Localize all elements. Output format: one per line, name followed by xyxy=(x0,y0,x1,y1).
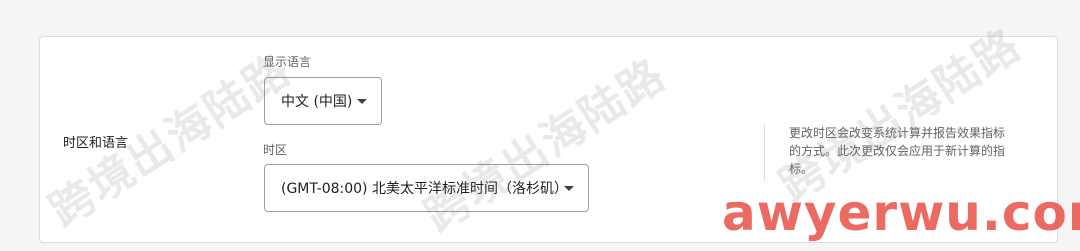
dropdown-arrow-icon xyxy=(357,99,367,104)
timezone-select-value: (GMT-08:00) 北美太平洋标准时间（洛杉矶） xyxy=(281,181,568,197)
section-title: 时区和语言 xyxy=(63,136,129,151)
timezone-label: 时区 xyxy=(263,143,288,157)
settings-card: 时区和语言 显示语言 中文 (中国) 时区 (GMT-08:00) 北美太平洋标… xyxy=(39,36,1058,243)
language-select-value: 中文 (中国) xyxy=(281,94,353,110)
timezone-select[interactable]: (GMT-08:00) 北美太平洋标准时间（洛杉矶） xyxy=(264,164,589,212)
help-text: 更改时区会改变系统计算并报告效果指标的方式。此次更改仅会应用于新计算的指标。 xyxy=(789,126,1006,176)
dropdown-arrow-icon xyxy=(564,186,574,191)
language-label: 显示语言 xyxy=(263,55,312,69)
language-select[interactable]: 中文 (中国) xyxy=(264,77,382,125)
help-divider xyxy=(764,125,765,181)
